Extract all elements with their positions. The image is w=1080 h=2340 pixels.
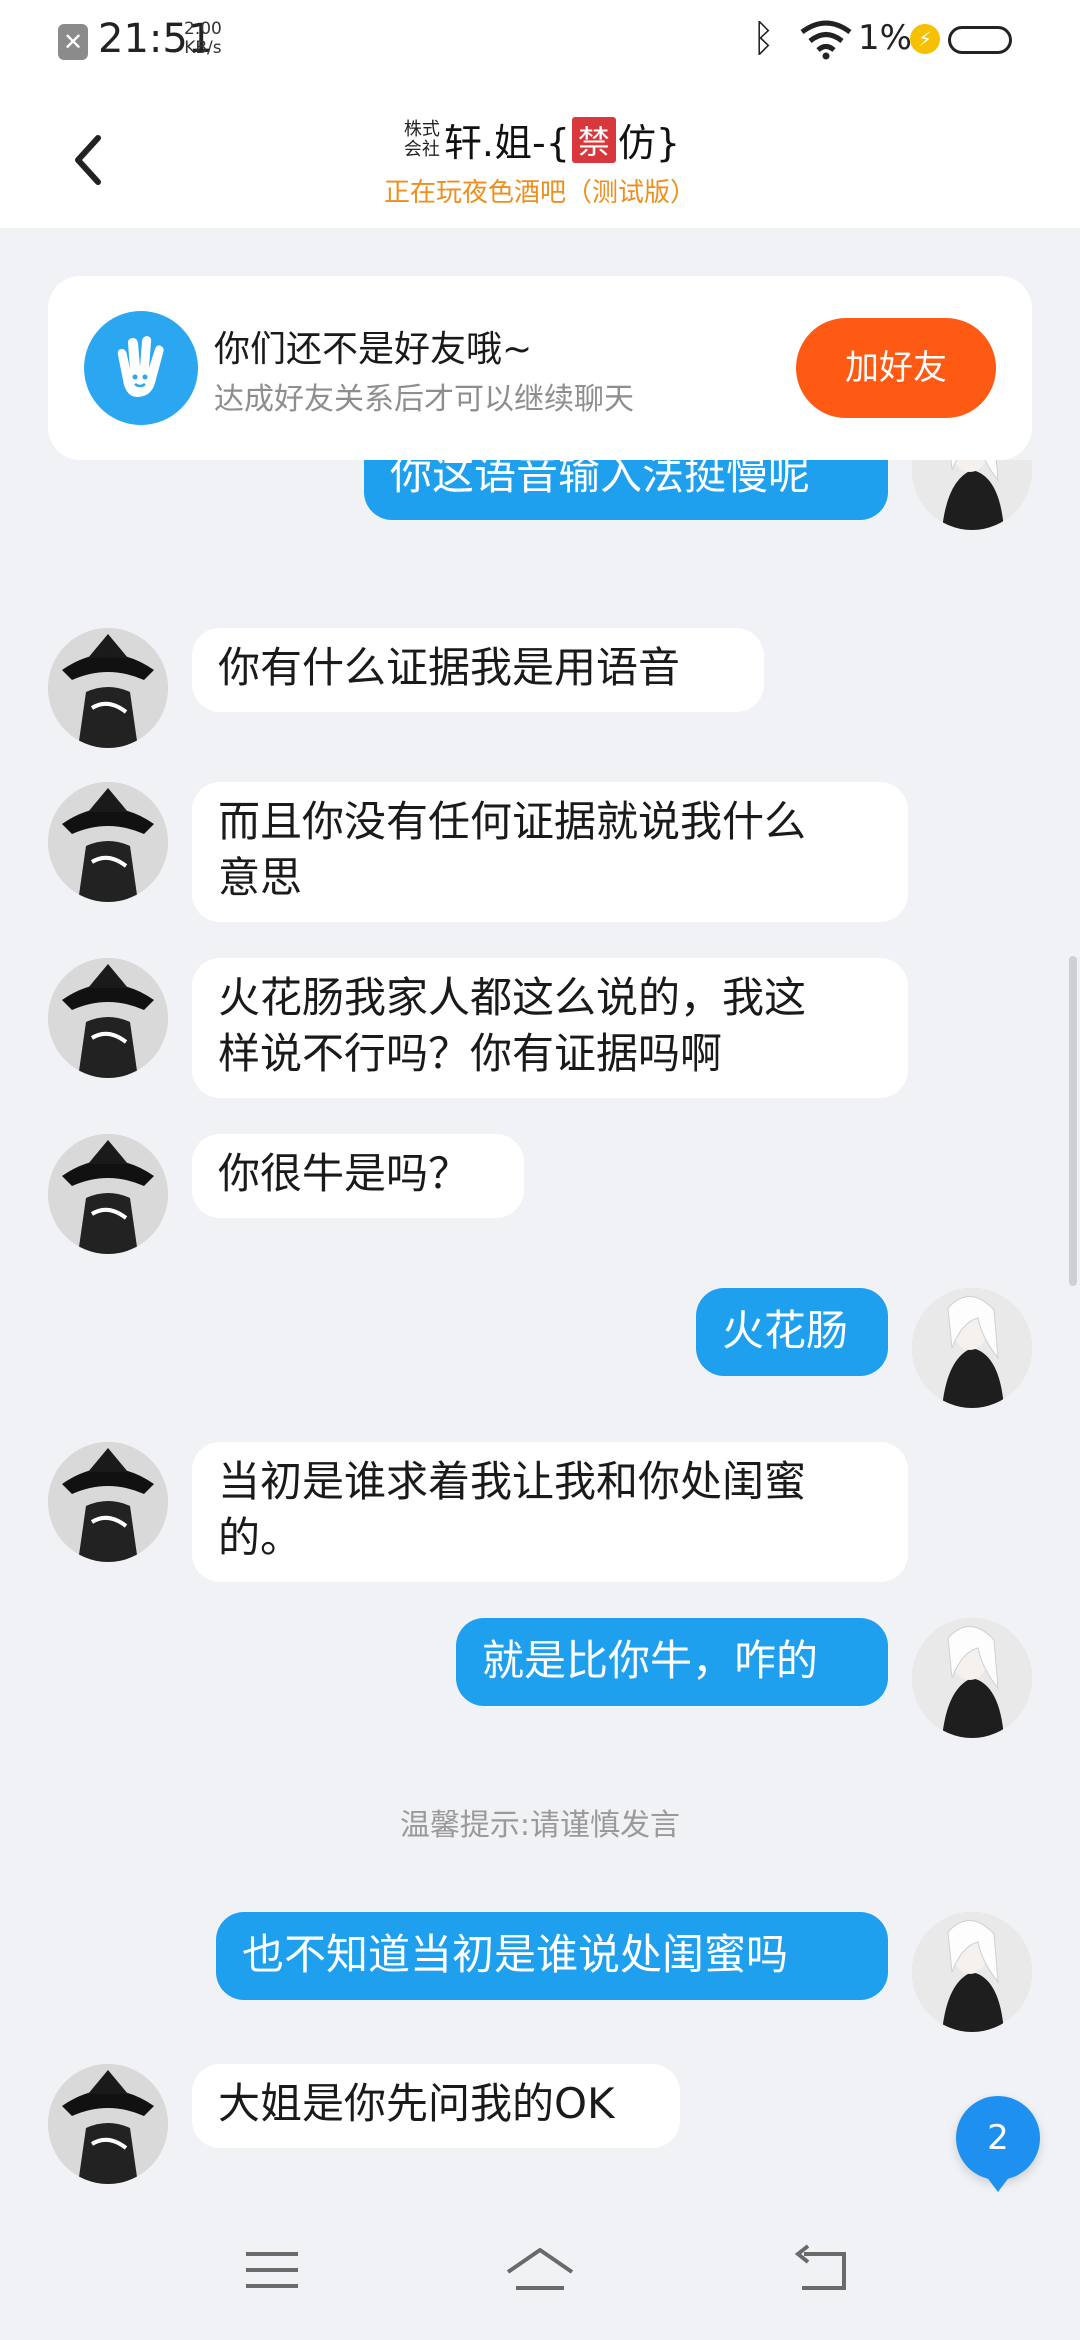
incoming-message[interactable]: 而且你没有任何证据就说我什么 意思	[192, 782, 908, 922]
contact-avatar[interactable]	[48, 1442, 168, 1562]
incoming-message[interactable]: 火花肠我家人都这么说的，我这 样说不行吗？你有证据吗啊	[192, 958, 908, 1098]
outgoing-message[interactable]: 火花肠	[696, 1288, 888, 1376]
incoming-message[interactable]: 你很牛是吗？	[192, 1134, 524, 1218]
add-friend-button[interactable]: 加好友	[796, 318, 996, 418]
contact-avatar[interactable]	[48, 628, 168, 748]
message-list[interactable]: 你这语音输入法挺慢呢 你有什么证据我是用语音 而且你没有任何证据就说我什么 意思…	[0, 460, 1080, 2200]
battery-icon	[948, 26, 1012, 54]
outgoing-message[interactable]: 就是比你牛，咋的	[456, 1618, 888, 1706]
my-avatar[interactable]	[912, 1288, 1032, 1408]
unread-badge-tail	[986, 2176, 1010, 2192]
outgoing-message[interactable]: 你这语音输入法挺慢呢	[364, 460, 888, 520]
friend-request-card: 你们还不是好友哦~ 达成好友关系后才可以继续聊天 加好友	[48, 276, 1032, 460]
incoming-message[interactable]: 大姐是你先问我的OK	[192, 2064, 680, 2148]
contact-avatar[interactable]	[48, 782, 168, 902]
system-tip: 温馨提示:请谨慎发言	[399, 1808, 681, 1843]
friend-card-subtitle: 达成好友关系后才可以继续聊天	[214, 382, 634, 417]
menu-icon[interactable]	[232, 2240, 312, 2300]
my-avatar[interactable]	[912, 460, 1032, 530]
outgoing-message[interactable]: 也不知道当初是谁说处闺蜜吗	[216, 1912, 888, 2000]
network-speed: 2.00 KB/s	[184, 20, 222, 58]
speed-value: 2.00	[184, 19, 222, 39]
chat-title: 株式会社 轩.姐-{ 禁 仿}	[0, 112, 1080, 167]
chat-header: 株式会社 轩.姐-{ 禁 仿} 正在玩夜色酒吧（测试版）	[0, 84, 1080, 228]
contact-avatar[interactable]	[48, 958, 168, 1078]
chat-subtitle: 正在玩夜色酒吧（测试版）	[383, 178, 696, 208]
back-icon[interactable]	[784, 2240, 864, 2300]
status-bar: ✕ 21:51 2.00 KB/s ᛒ 1% ⚡	[0, 0, 1080, 84]
bluetooth-icon: ᛒ	[752, 16, 775, 60]
contact-avatar[interactable]	[48, 1134, 168, 1254]
incoming-message[interactable]: 你有什么证据我是用语音	[192, 628, 764, 712]
battery-percent: 1%	[858, 18, 912, 58]
title-prefix: 株式会社	[403, 118, 440, 160]
wave-hand-icon	[84, 311, 198, 425]
friend-card-title: 你们还不是好友哦~	[214, 329, 533, 370]
incoming-message[interactable]: 当初是谁求着我让我和你处闺蜜 的。	[192, 1442, 908, 1582]
my-avatar[interactable]	[912, 1618, 1032, 1738]
system-nav-bar	[0, 2200, 1080, 2340]
wifi-icon	[800, 20, 852, 60]
contact-avatar[interactable]	[48, 2064, 168, 2184]
scrollbar[interactable]	[1069, 956, 1077, 1286]
title-end: 仿}	[617, 121, 681, 165]
title-badge: 禁	[571, 116, 616, 163]
unread-count-badge[interactable]: 2	[956, 2096, 1040, 2180]
my-avatar[interactable]	[912, 1912, 1032, 2032]
home-icon[interactable]	[500, 2240, 580, 2300]
title-main: 轩.姐-{	[443, 121, 570, 165]
charging-icon: ⚡	[910, 24, 940, 54]
close-x-icon: ✕	[58, 24, 88, 60]
speed-unit: KB/s	[184, 38, 222, 58]
